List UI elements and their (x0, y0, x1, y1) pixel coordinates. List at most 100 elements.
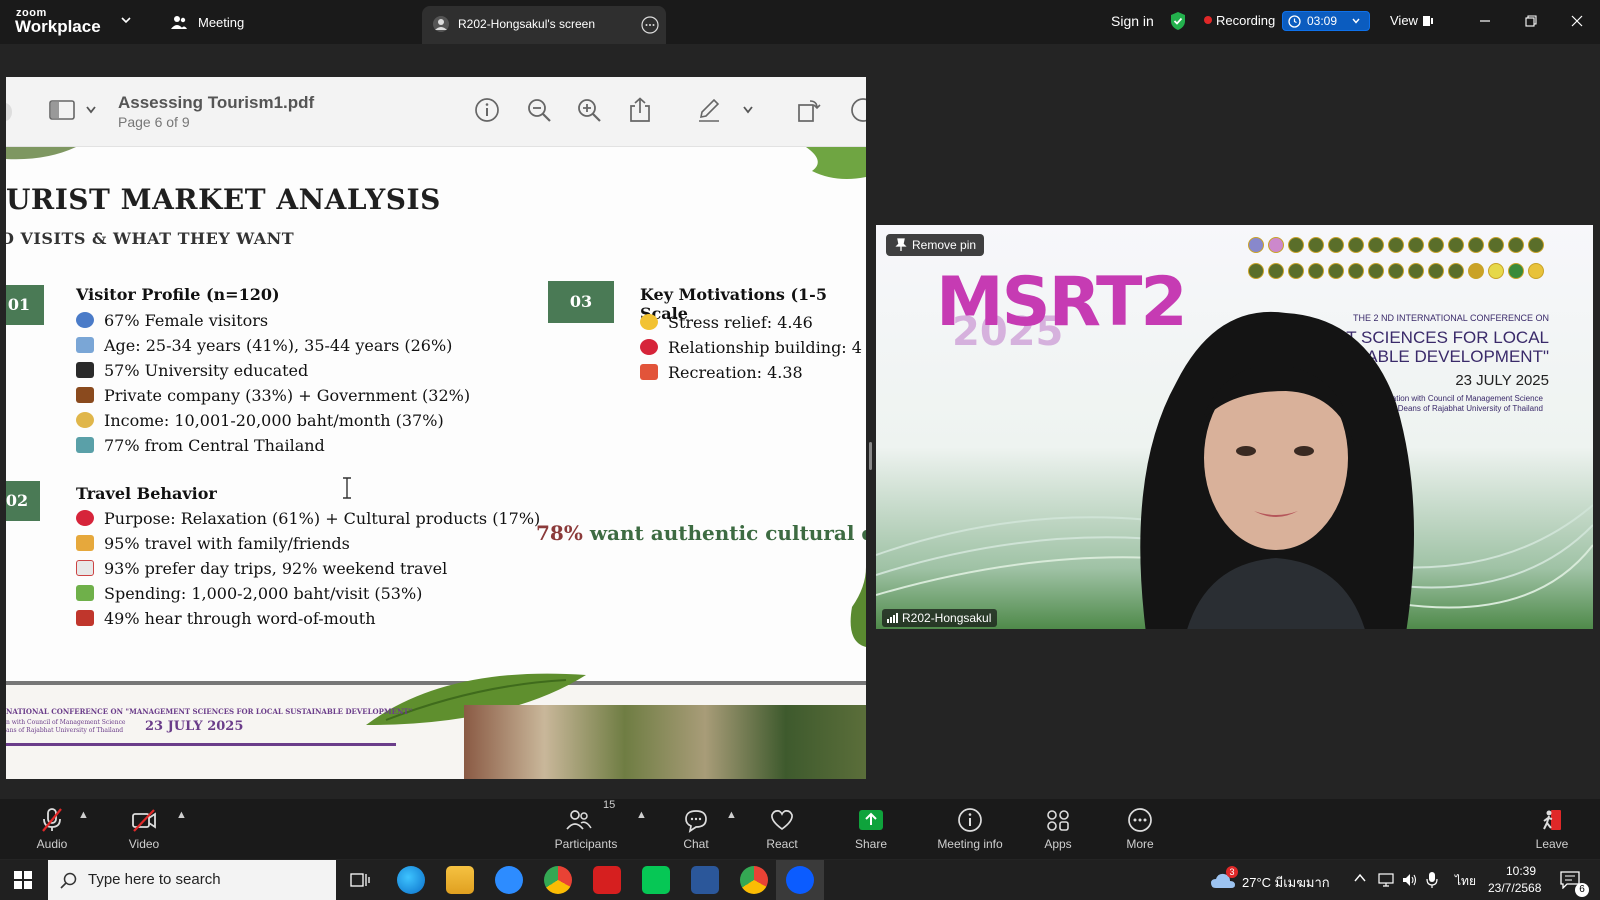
markup-pen-icon[interactable] (696, 97, 722, 123)
presentation-slide: URIST MARKET ANALYSIS O VISITS & WHAT TH… (6, 147, 866, 779)
rotate-icon[interactable] (796, 97, 822, 123)
windows-start-icon[interactable] (14, 871, 32, 889)
recording-timer[interactable]: 03:09 (1282, 11, 1370, 31)
shared-screen-tab[interactable]: R202-Hongsakul's screen (422, 6, 666, 44)
markup-chevron-icon[interactable] (742, 105, 754, 115)
visitor-profile-item: 67% Female visitors (76, 311, 268, 330)
audio-label: Audio (36, 837, 68, 851)
audio-options-caret-icon[interactable]: ▲ (78, 809, 89, 821)
sidebar-chevron-icon[interactable] (85, 105, 97, 115)
chat-options-caret-icon[interactable]: ▲ (726, 809, 737, 821)
volume-icon[interactable] (1402, 872, 1418, 888)
view-layout-icon[interactable] (1422, 14, 1434, 28)
view-menu-button[interactable]: View (1390, 13, 1418, 28)
share-export-icon[interactable] (628, 97, 652, 123)
motivation-item: Relationship building: 4 (640, 338, 862, 357)
close-window-icon[interactable] (1570, 14, 1584, 28)
security-shield-icon[interactable] (1169, 11, 1187, 31)
weather-alert-badge: 3 (1226, 866, 1238, 878)
participants-options-caret-icon[interactable]: ▲ (636, 809, 647, 821)
info-circle-icon (958, 808, 982, 832)
acrobat-reader-icon[interactable] (593, 866, 621, 894)
money-bag-emoji-icon (76, 412, 94, 428)
participant-video-tile[interactable]: 2025 MSRT2 THE 2 ND INTERNATIONAL CONFER… (876, 225, 1593, 629)
pdf-document-title: Assessing Tourism1.pdf (118, 93, 315, 112)
target-emoji-icon (76, 510, 94, 526)
timer-clock-icon (1288, 15, 1301, 28)
tab-options-icon[interactable] (641, 16, 659, 34)
edge-browser-icon[interactable] (397, 866, 425, 894)
signal-strength-icon (887, 613, 899, 623)
apps-button[interactable]: Apps (1018, 799, 1098, 859)
footer-collab-line-2: ans of Rajabhat University of Thailand (6, 727, 124, 734)
taskbar-search-box[interactable]: Type here to search (48, 860, 336, 900)
notification-count-badge: 6 (1575, 883, 1589, 897)
clock-time[interactable]: 10:39 (1500, 864, 1542, 878)
app-menu-chevron-icon[interactable] (120, 14, 132, 26)
workplace-logo-text: Workplace (15, 17, 101, 36)
muted-microphone-icon (42, 808, 62, 832)
task-view-icon[interactable] (350, 871, 370, 889)
windows-taskbar: Type here to search 3 27°C มีเมฆมาก ไทย … (0, 860, 1600, 900)
footer-divider (6, 743, 396, 746)
leave-meeting-button[interactable]: Leave (1512, 799, 1592, 859)
participants-count: 15 (603, 799, 616, 811)
audio-button[interactable]: Audio (12, 799, 92, 859)
video-button[interactable]: Video (104, 799, 184, 859)
participants-button[interactable]: 15 Participants (546, 799, 626, 859)
remove-pin-label: Remove pin (912, 238, 977, 252)
apps-label: Apps (1044, 837, 1072, 851)
minimize-window-icon[interactable] (1478, 14, 1492, 28)
file-explorer-icon[interactable] (446, 866, 474, 894)
video-off-icon (132, 809, 156, 832)
travel-behavior-item: 49% hear through word-of-mouth (76, 609, 376, 628)
show-hidden-icons-icon[interactable] (1354, 873, 1366, 883)
timer-chevron-icon[interactable] (1351, 16, 1361, 26)
cultural-experience-highlight: 78% want authentic cultural ex (536, 521, 866, 545)
line-app-icon[interactable] (642, 866, 670, 894)
zoom-alt-app-icon[interactable] (495, 866, 523, 894)
meeting-tab-label[interactable]: Meeting (198, 15, 244, 30)
chrome-profile-icon[interactable] (740, 866, 768, 894)
zoom-out-icon[interactable] (526, 97, 552, 123)
visitor-profile-item: 57% University educated (76, 361, 308, 380)
more-button[interactable]: More (1100, 799, 1180, 859)
share-screen-button[interactable]: Share (831, 799, 911, 859)
network-icon[interactable] (1378, 872, 1394, 888)
timer-value: 03:09 (1307, 14, 1338, 28)
chrome-browser-icon[interactable] (544, 866, 572, 894)
remove-pin-button[interactable]: Remove pin (886, 234, 984, 256)
info-icon[interactable] (474, 97, 500, 123)
share-screen-icon (859, 810, 883, 830)
restore-window-icon[interactable] (1524, 14, 1538, 28)
family-emoji-icon (76, 535, 94, 551)
annotate-partial-icon[interactable] (850, 97, 866, 123)
react-button[interactable]: React (742, 799, 822, 859)
input-language-indicator[interactable]: ไทย (1455, 872, 1476, 891)
window-control-partial-icon (6, 103, 12, 121)
react-label: React (766, 837, 798, 851)
weather-text[interactable]: 27°C มีเมฆมาก (1242, 872, 1330, 893)
zoom-workplace-app-icon[interactable] (786, 866, 814, 894)
chat-button[interactable]: Chat (656, 799, 736, 859)
clock-date[interactable]: 23/7/2568 (1488, 881, 1541, 895)
sign-in-link[interactable]: Sign in (1111, 13, 1154, 29)
sidebar-toggle-icon[interactable] (48, 99, 76, 121)
zoom-title-bar: zoom Workplace Meeting R202-Hongsakul's … (0, 0, 1600, 44)
leave-label: Leave (1535, 837, 1569, 851)
participant-person (1140, 311, 1414, 629)
microphone-tray-icon[interactable] (1426, 871, 1438, 889)
video-options-caret-icon[interactable]: ▲ (176, 809, 187, 821)
pdf-viewer-toolbar: Assessing Tourism1.pdf Page 6 of 9 (6, 77, 866, 147)
participants-label: Participants (554, 837, 618, 851)
search-placeholder: Type here to search (88, 871, 221, 888)
more-label: More (1126, 837, 1154, 851)
pin-icon (895, 238, 907, 252)
panel-resize-handle[interactable] (869, 442, 872, 470)
travel-behavior-title: Travel Behavior (76, 484, 217, 503)
visitor-profile-item: Private company (33%) + Government (32%) (76, 386, 470, 405)
zoom-in-icon[interactable] (576, 97, 602, 123)
word-app-icon[interactable] (691, 866, 719, 894)
map-emoji-icon (76, 437, 94, 453)
meeting-info-button[interactable]: Meeting info (928, 799, 1012, 859)
